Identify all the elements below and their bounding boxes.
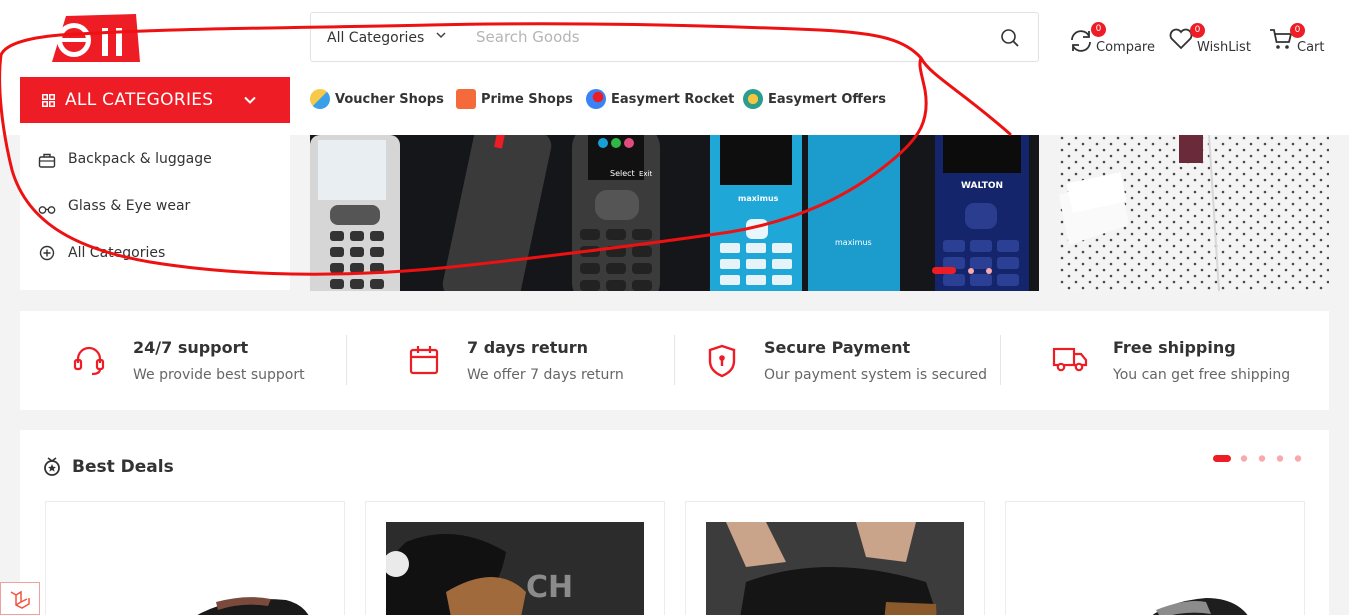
side-banner-shirt[interactable] <box>1059 135 1329 291</box>
all-categories-button[interactable]: ALL CATEGORIES <box>20 77 290 123</box>
product-image-glitter-shoe <box>1152 598 1248 615</box>
feature-title: 24/7 support <box>133 338 249 357</box>
slider-dot[interactable] <box>968 268 974 274</box>
product-card[interactable] <box>1005 501 1305 615</box>
chevron-down-icon <box>244 96 256 104</box>
page-dot <box>1276 455 1284 462</box>
product-card[interactable] <box>685 501 985 615</box>
grid-icon <box>42 94 55 107</box>
feature-title: Secure Payment <box>764 338 911 357</box>
hero-banner-slider[interactable]: Select Exit maximus maximus WALTON <box>310 135 1039 291</box>
nav-link-label: Easymert Offers <box>768 92 886 107</box>
slider-dot[interactable] <box>986 268 992 274</box>
debug-toolbar-icon[interactable] <box>0 582 40 615</box>
feature-free-shipping: Free shipping You can get free shipping <box>1052 311 1312 410</box>
feature-title: Free shipping <box>1113 338 1236 357</box>
category-label: All Categories <box>68 245 166 261</box>
all-categories-label: ALL CATEGORIES <box>65 90 214 110</box>
phones-banner-image: Select Exit maximus maximus WALTON <box>310 135 1029 291</box>
shield-icon <box>708 344 736 378</box>
feature-description: Our payment system is secured <box>764 367 988 383</box>
section-title: Best Deals <box>72 457 174 477</box>
page-dot <box>1240 455 1248 462</box>
banner-phone-text: maximus <box>835 238 872 247</box>
compare-icon <box>1071 30 1091 52</box>
feature-support: 24/7 support We provide best support <box>72 311 352 410</box>
site-logo[interactable] <box>44 10 140 62</box>
best-deals-section: Best Deals KIN CH <box>20 430 1329 615</box>
search-bar: All Categories Search Goods <box>310 12 1039 62</box>
category-select[interactable]: All Categories <box>327 30 424 46</box>
compare-count-badge: 0 <box>1091 22 1106 37</box>
wishlist-label: WishList <box>1197 40 1251 55</box>
nav-link-label: Easymert Rocket <box>611 92 735 107</box>
divider <box>346 335 347 385</box>
product-image-loafer <box>197 597 309 615</box>
page-dot <box>1294 455 1302 462</box>
search-icon[interactable] <box>1000 28 1020 48</box>
page-dot <box>1258 455 1266 462</box>
divider <box>674 335 675 385</box>
category-sidebar: Backpack & luggage Glass & Eye wear All … <box>20 135 290 290</box>
nav-link-label: Voucher Shops <box>335 92 444 107</box>
feature-description: We offer 7 days return <box>467 367 624 383</box>
nav-link-voucher-shops[interactable]: Voucher Shops <box>310 89 444 111</box>
medal-icon <box>44 457 60 476</box>
compare-button[interactable]: 0 Compare <box>1068 22 1158 62</box>
product-card[interactable] <box>45 501 345 615</box>
product-image-lacing-shoe <box>706 522 964 615</box>
product-card[interactable]: KIN CH <box>365 501 665 615</box>
page-dot-active <box>1213 455 1231 462</box>
headset-icon <box>73 346 105 376</box>
nav-link-easymert-rocket[interactable]: Easymert Rocket <box>586 89 734 111</box>
banner-phone-text: maximus <box>738 194 779 203</box>
site-header: All Categories Search Goods 0 Compare 0 … <box>0 0 1349 135</box>
glasses-icon <box>38 206 56 214</box>
banner-phone-text: Select <box>610 169 635 178</box>
voucher-shop-icon <box>310 89 330 109</box>
feature-description: You can get free shipping <box>1113 367 1291 383</box>
search-input[interactable]: Search Goods <box>476 28 580 46</box>
truck-icon <box>1052 347 1088 372</box>
nav-link-label: Prime Shops <box>481 92 573 107</box>
divider <box>1000 335 1001 385</box>
category-label: Backpack & luggage <box>68 151 212 167</box>
backpack-icon <box>38 153 56 168</box>
cart-button[interactable]: 0 Cart <box>1268 22 1328 62</box>
wishlist-count-badge: 0 <box>1190 23 1205 38</box>
plus-circle-icon <box>39 245 55 261</box>
svg-text:CH: CH <box>526 570 573 605</box>
feature-title: 7 days return <box>467 338 589 357</box>
product-image <box>706 522 964 615</box>
cart-label: Cart <box>1297 40 1325 55</box>
nav-link-prime-shops[interactable]: Prime Shops <box>456 89 573 111</box>
compare-label: Compare <box>1096 40 1155 55</box>
offers-icon <box>743 89 763 109</box>
carousel-pagination[interactable] <box>1212 454 1312 464</box>
product-image: KIN CH <box>386 522 644 615</box>
banner-phone-text: WALTON <box>961 181 1003 191</box>
cart-count-badge: 0 <box>1290 23 1305 38</box>
features-bar: 24/7 support We provide best support 7 d… <box>20 311 1329 410</box>
wishlist-button[interactable]: 0 WishList <box>1168 22 1253 62</box>
feature-secure-payment: Secure Payment Our payment system is sec… <box>706 311 996 410</box>
feature-return: 7 days return We offer 7 days return <box>408 311 678 410</box>
banner-phone-text: Exit <box>639 170 653 178</box>
feature-description: We provide best support <box>133 367 305 383</box>
rocket-icon <box>586 89 606 109</box>
prime-shop-icon <box>456 89 476 109</box>
calendar-icon <box>409 346 439 375</box>
laravel-icon <box>10 590 30 609</box>
product-image-printed-shoe: KIN CH <box>386 522 644 615</box>
category-label: Glass & Eye wear <box>68 198 191 214</box>
chevron-down-icon[interactable] <box>435 29 447 41</box>
nav-link-easymert-offers[interactable]: Easymert Offers <box>743 89 886 111</box>
shirt-banner-image <box>1059 135 1329 291</box>
slider-dot-active[interactable] <box>932 267 956 274</box>
